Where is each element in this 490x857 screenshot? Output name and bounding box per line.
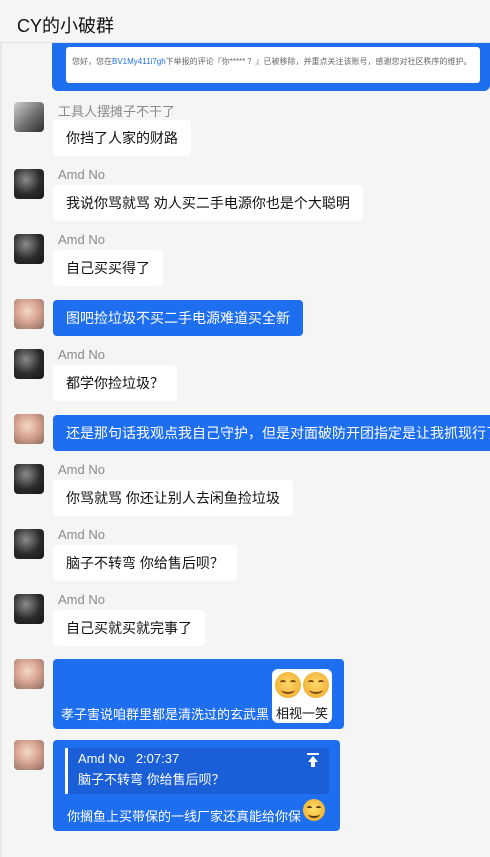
sender-name: Amd No bbox=[58, 527, 105, 542]
quoted-message[interactable]: Amd No 2:07:37 脑子不转弯 你给售后呗？ bbox=[65, 748, 329, 794]
smile-face-icon bbox=[275, 672, 301, 698]
message-bubble[interactable]: 你挡了人家的财路 bbox=[53, 120, 191, 156]
message-bubble[interactable]: 我说你骂就骂 劝人买二手电源你也是个大聪明 bbox=[53, 185, 363, 221]
message-bubble[interactable]: 孝子害说咱群里都是清洗过的玄武黑 相视一笑 bbox=[53, 659, 344, 729]
chat-title: CY的小破群 bbox=[0, 0, 490, 43]
sender-name: 工具人摆摊子不干了 bbox=[58, 104, 176, 119]
notice-suffix: 下举报的评论『你***** ？』已被移除，并重点关注该账号，感谢您对社区秩序的维… bbox=[165, 57, 472, 66]
notice-prefix: 您好，您在 bbox=[72, 57, 112, 66]
self-avatar[interactable] bbox=[14, 659, 44, 689]
sender-name: Amd No bbox=[58, 347, 105, 362]
smile-face-icon bbox=[303, 672, 329, 698]
dark-avatar[interactable] bbox=[14, 529, 44, 559]
sender-name: Amd No bbox=[58, 167, 105, 182]
dark-avatar[interactable] bbox=[14, 594, 44, 624]
sender-name: Amd No bbox=[58, 592, 105, 607]
quote-time: 2:07:37 bbox=[135, 751, 180, 766]
self-avatar[interactable] bbox=[14, 740, 44, 770]
message-bubble[interactable]: 图吧捡垃圾不买二手电源难道买全新 bbox=[53, 300, 303, 336]
message-bubble[interactable]: 脑子不转弯 你给售后呗？ bbox=[53, 545, 237, 581]
jump-to-top-icon[interactable] bbox=[307, 753, 319, 767]
emoji-sticker[interactable]: 相视一笑 bbox=[272, 669, 332, 723]
notice-bubble: 您好，您在BV1My411i7gh下举报的评论『你***** ？』已被移除，并重… bbox=[52, 43, 490, 91]
reply-bubble[interactable]: Amd No 2:07:37 脑子不转弯 你给售后呗？ 你搁鱼上买带保的一线厂家… bbox=[53, 740, 340, 831]
dark-avatar[interactable] bbox=[14, 349, 44, 379]
message-bubble[interactable]: 自己买就买就完事了 bbox=[53, 610, 205, 646]
message-bubble[interactable]: 都学你捡垃圾？ bbox=[53, 365, 177, 401]
dark-avatar[interactable] bbox=[14, 464, 44, 494]
photo-avatar[interactable] bbox=[14, 102, 44, 132]
quote-header: Amd No 2:07:37 bbox=[78, 751, 179, 766]
sender-name: Amd No bbox=[58, 232, 105, 247]
message-bubble[interactable]: 还是那句话我观点我自己守护，但是对面破防开团指定是让我抓现行了 bbox=[53, 415, 490, 451]
quote-sender: Amd No bbox=[78, 751, 125, 766]
message-list[interactable]: 您好，您在BV1My411i7gh下举报的评论『你***** ？』已被移除，并重… bbox=[0, 43, 490, 857]
dark-avatar[interactable] bbox=[14, 169, 44, 199]
notice-card: 您好，您在BV1My411i7gh下举报的评论『你***** ？』已被移除，并重… bbox=[66, 47, 480, 83]
self-avatar[interactable] bbox=[14, 414, 44, 444]
message-bubble[interactable]: 你骂就骂 你还让别人去闲鱼捡垃圾 bbox=[53, 480, 293, 516]
self-avatar[interactable] bbox=[14, 299, 44, 329]
notice-link[interactable]: BV1My411i7gh bbox=[112, 57, 166, 66]
grin-face-icon bbox=[303, 799, 325, 821]
dark-avatar[interactable] bbox=[14, 234, 44, 264]
message-bubble[interactable]: 自己买买得了 bbox=[53, 250, 163, 286]
message-text: 你搁鱼上买带保的一线厂家还真能给你保 bbox=[67, 809, 302, 824]
sender-name: Amd No bbox=[58, 462, 105, 477]
emoji-caption: 相视一笑 bbox=[275, 706, 328, 721]
message-text: 孝子害说咱群里都是清洗过的玄武黑 bbox=[61, 707, 270, 722]
quote-text: 脑子不转弯 你给售后呗？ bbox=[78, 772, 225, 787]
